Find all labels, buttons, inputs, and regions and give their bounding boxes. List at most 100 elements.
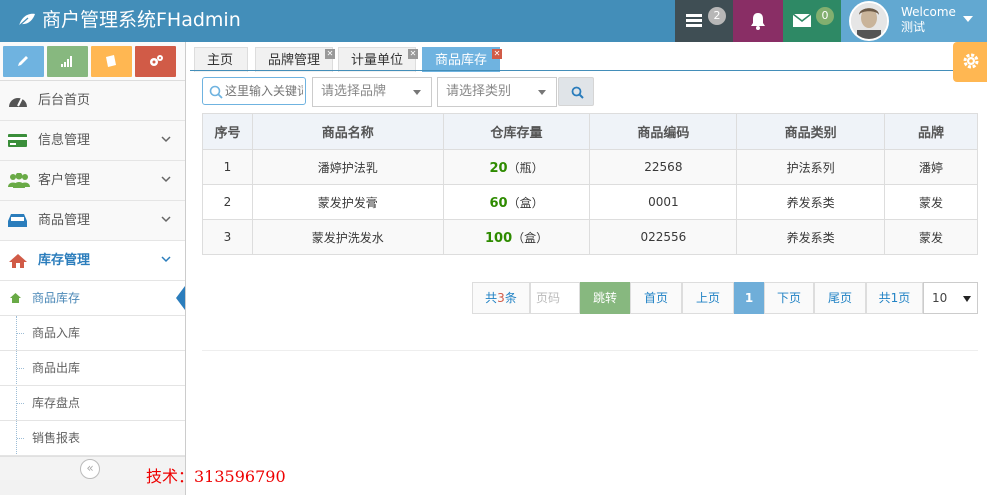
qty-unit: （盒） bbox=[507, 195, 544, 210]
shortcut-signal-button[interactable] bbox=[47, 46, 88, 77]
tab-close-icon[interactable]: ✕ bbox=[325, 49, 336, 59]
sidebar-item-dashboard[interactable]: 后台首页 bbox=[0, 81, 185, 121]
welcome-text: Welcome 测试 bbox=[901, 5, 956, 35]
cell-name: 蒙发护发膏 bbox=[251, 184, 444, 220]
messages-button[interactable]: 0 bbox=[783, 0, 841, 42]
cell-no: 3 bbox=[202, 219, 253, 255]
collapse-sidebar-button[interactable]: « bbox=[80, 459, 100, 479]
page-size-select[interactable]: 10 bbox=[923, 282, 978, 314]
search-input[interactable] bbox=[225, 81, 303, 101]
table-row[interactable]: 1 潘婷护法乳 20（瓶） 22568 护法系列 潘婷 bbox=[202, 149, 978, 185]
search-box bbox=[202, 77, 306, 105]
tab-product-stock[interactable]: 商品库存 ✕ bbox=[422, 47, 503, 72]
brand-title: 商户管理系统FHadmin bbox=[42, 9, 241, 31]
book-icon bbox=[106, 55, 116, 67]
prev-page-button[interactable]: 上页 bbox=[682, 282, 734, 314]
cell-category: 护法系列 bbox=[736, 149, 886, 185]
next-page-button[interactable]: 下页 bbox=[764, 282, 814, 314]
shortcut-pencil-button[interactable] bbox=[3, 46, 44, 77]
column-header[interactable]: 序号 bbox=[202, 113, 253, 150]
tab-home[interactable]: 主页 bbox=[194, 47, 248, 72]
tab-units[interactable]: 计量单位 ✕ bbox=[338, 47, 419, 72]
table-row[interactable]: 2 蒙发护发膏 60（盒） 0001 养发系类 蒙发 bbox=[202, 184, 978, 220]
username: 测试 bbox=[901, 20, 926, 34]
submenu-item-label: 库存盘点 bbox=[32, 396, 81, 410]
tree-dot bbox=[17, 333, 24, 334]
submenu-item-label: 商品库存 bbox=[32, 291, 81, 305]
cell-code: 22568 bbox=[589, 149, 738, 185]
table-header-row: 序号 商品名称 仓库存量 商品编码 商品类别 品牌 bbox=[202, 113, 978, 150]
tab-close-icon[interactable]: ✕ bbox=[492, 49, 503, 59]
page-size-value: 10 bbox=[932, 291, 948, 305]
submenu-item-label: 商品入库 bbox=[32, 326, 81, 340]
settings-toggle-button[interactable] bbox=[953, 42, 987, 82]
column-header[interactable]: 仓库存量 bbox=[442, 113, 591, 150]
shortcut-bar bbox=[0, 42, 185, 81]
tab-underline bbox=[190, 70, 987, 71]
submenu-item-stocktake[interactable]: 库存盘点 bbox=[0, 386, 185, 421]
category-select[interactable]: 请选择类别 bbox=[437, 77, 557, 107]
submenu-item-stock-in[interactable]: 商品入库 bbox=[0, 316, 185, 351]
submenu-item-stock-out[interactable]: 商品出库 bbox=[0, 351, 185, 386]
column-header[interactable]: 品牌 bbox=[884, 113, 978, 150]
chevron-down-icon bbox=[161, 256, 171, 263]
cell-name: 潘婷护法乳 bbox=[251, 149, 444, 185]
submenu-item-stock[interactable]: 商品库存 bbox=[0, 281, 185, 316]
active-pointer bbox=[176, 286, 185, 310]
page-count: 共1页 bbox=[866, 282, 923, 314]
tasks-icon bbox=[686, 14, 702, 27]
pager-total-suffix: 条 bbox=[504, 291, 517, 305]
column-header[interactable]: 商品类别 bbox=[736, 113, 886, 150]
cell-category: 养发系类 bbox=[736, 184, 886, 220]
search-icon bbox=[209, 85, 223, 99]
table-row[interactable]: 3 蒙发护洗发水 100（盒） 022556 养发系类 蒙发 bbox=[202, 219, 978, 255]
sidebar-item-info[interactable]: 信息管理 bbox=[0, 121, 185, 161]
cell-no: 1 bbox=[202, 149, 253, 185]
brand-select[interactable]: 请选择品牌 bbox=[312, 77, 432, 107]
tasks-button[interactable]: 2 bbox=[675, 0, 733, 42]
user-menu[interactable]: Welcome 测试 bbox=[841, 0, 987, 42]
home-icon bbox=[10, 293, 21, 303]
sidebar-item-label: 信息管理 bbox=[38, 133, 91, 148]
cell-brand: 蒙发 bbox=[884, 184, 978, 220]
tree-dot bbox=[17, 438, 24, 439]
page-number-input[interactable]: 页码 bbox=[530, 282, 580, 314]
current-page-button[interactable]: 1 bbox=[734, 282, 764, 314]
first-page-button[interactable]: 首页 bbox=[630, 282, 682, 314]
qty-value: 20 bbox=[489, 160, 508, 176]
last-page-button[interactable]: 尾页 bbox=[814, 282, 866, 314]
sidebar-item-label: 商品管理 bbox=[38, 213, 91, 228]
dashboard-icon bbox=[9, 97, 27, 107]
caret-down-icon bbox=[963, 296, 971, 302]
tree-dot bbox=[17, 368, 24, 369]
sidebar-item-label: 库存管理 bbox=[38, 253, 91, 268]
user-photo bbox=[851, 3, 887, 39]
home-icon bbox=[9, 254, 27, 268]
qty-value: 100 bbox=[484, 230, 513, 246]
submenu-item-sales-report[interactable]: 销售报表 bbox=[0, 421, 185, 456]
tab-close-icon[interactable]: ✕ bbox=[408, 49, 419, 59]
cell-qty: 60（盒） bbox=[442, 184, 591, 220]
column-header[interactable]: 商品名称 bbox=[251, 113, 444, 150]
inbox-icon bbox=[8, 214, 27, 227]
sidebar-item-inventory[interactable]: 库存管理 bbox=[0, 241, 185, 281]
brand[interactable]: 商户管理系统FHadmin bbox=[18, 0, 241, 42]
search-button[interactable] bbox=[558, 77, 594, 106]
tab-label: 主页 bbox=[207, 53, 234, 68]
tab-brand-management[interactable]: 品牌管理 ✕ bbox=[255, 47, 336, 72]
sidebar: 后台首页 信息管理 客户管理 商品管理 库存管理 商品库存 商品入库 商品出库 … bbox=[0, 42, 186, 495]
divider bbox=[202, 350, 978, 351]
jump-button[interactable]: 跳转 bbox=[580, 282, 630, 314]
notifications-button[interactable] bbox=[733, 0, 783, 42]
category-select-value: 请选择类别 bbox=[446, 84, 512, 99]
cell-qty: 20（瓶） bbox=[442, 149, 591, 185]
shortcut-cogs-button[interactable] bbox=[135, 46, 176, 77]
envelope-icon bbox=[793, 14, 811, 27]
sidebar-item-products[interactable]: 商品管理 bbox=[0, 201, 185, 241]
sidebar-item-customers[interactable]: 客户管理 bbox=[0, 161, 185, 201]
cell-qty: 100（盒） bbox=[442, 219, 591, 255]
column-header[interactable]: 商品编码 bbox=[589, 113, 738, 150]
shortcut-book-button[interactable] bbox=[91, 46, 132, 77]
avatar bbox=[849, 1, 889, 41]
signal-icon bbox=[61, 56, 72, 67]
